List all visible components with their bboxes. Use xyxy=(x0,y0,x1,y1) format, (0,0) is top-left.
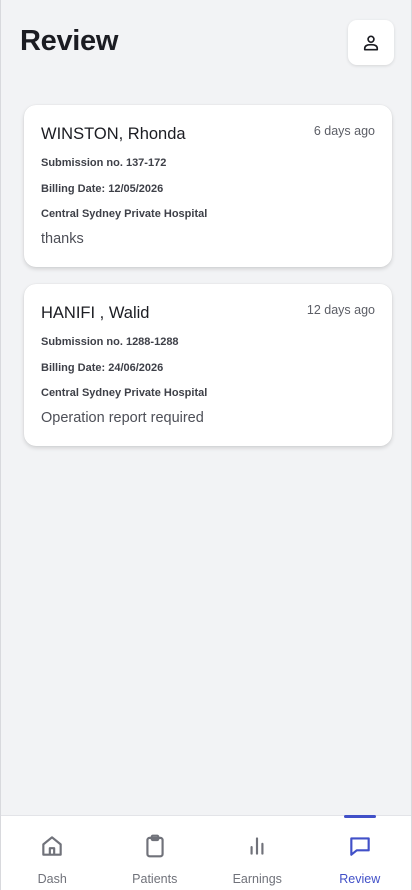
page-title: Review xyxy=(20,25,119,57)
hospital-name: Central Sydney Private Hospital xyxy=(41,387,208,399)
patient-name: HANIFI , Walid xyxy=(41,304,150,322)
bottom-nav: Dash Patients Earnings Review xyxy=(1,815,411,890)
review-card[interactable]: WINSTON, Rhonda 6 days ago Submission no… xyxy=(24,105,392,267)
review-card[interactable]: HANIFI , Walid 12 days ago Submission no… xyxy=(24,284,392,446)
time-ago: 6 days ago xyxy=(313,124,375,138)
billing-date: Billing Date: 12/05/2026 xyxy=(41,183,164,195)
patient-name: WINSTON, Rhonda xyxy=(41,125,186,143)
time-ago: 12 days ago xyxy=(306,303,375,317)
review-note: Operation report required xyxy=(41,410,204,426)
hospital-name: Central Sydney Private Hospital xyxy=(41,208,208,220)
active-indicator xyxy=(343,815,376,818)
review-note: thanks xyxy=(41,231,84,247)
message-icon xyxy=(347,833,373,859)
nav-label: Patients xyxy=(132,872,178,886)
nav-item-patients[interactable]: Patients xyxy=(104,816,207,890)
submission-number: Submission no. 137-172 xyxy=(41,157,167,169)
bar-chart-icon xyxy=(244,833,270,859)
nav-item-review[interactable]: Review xyxy=(309,815,412,890)
submission-number: Submission no. 1288-1288 xyxy=(41,336,179,348)
billing-date: Billing Date: 24/06/2026 xyxy=(41,362,164,374)
user-icon xyxy=(363,35,379,51)
nav-label: Review xyxy=(339,872,381,886)
nav-item-dash[interactable]: Dash xyxy=(1,816,104,890)
nav-label: Dash xyxy=(37,872,67,886)
nav-label: Earnings xyxy=(232,872,282,886)
home-icon xyxy=(39,833,65,859)
profile-button[interactable] xyxy=(348,20,394,65)
nav-item-earnings[interactable]: Earnings xyxy=(206,816,309,890)
header: Review xyxy=(1,0,411,86)
clipboard-icon xyxy=(142,833,168,859)
app-screen: Review WINSTON, Rhonda 6 days ago Submis… xyxy=(0,0,412,890)
